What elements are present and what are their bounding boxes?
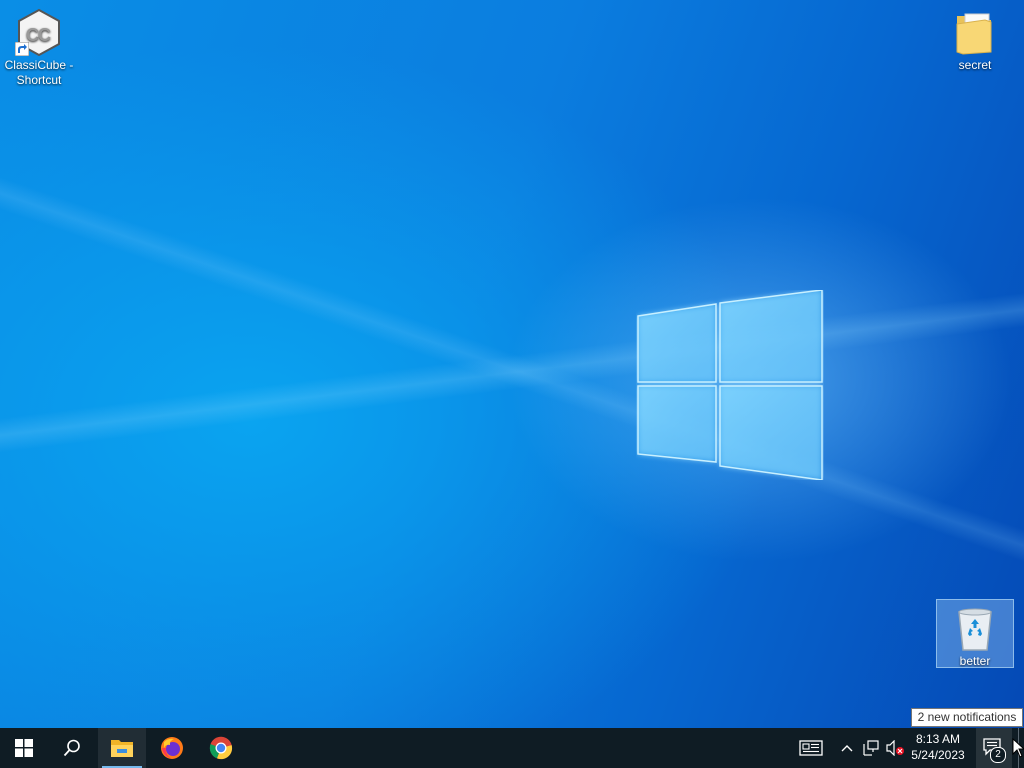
file-explorer-icon xyxy=(111,740,133,757)
firefox-icon xyxy=(161,737,183,759)
network-icon xyxy=(863,740,879,756)
clock-time: 8:13 AM xyxy=(915,732,961,746)
taskbar-clock[interactable]: 8:13 AM 5/24/2023 xyxy=(904,728,972,768)
desktop-icon-label: better xyxy=(959,654,991,668)
start-button[interactable] xyxy=(0,728,48,768)
classicube-icon: C C xyxy=(15,8,63,57)
news-and-interests-button[interactable] xyxy=(794,728,828,768)
desktop-icon-label: secret xyxy=(958,58,992,72)
taskbar-chrome[interactable] xyxy=(197,728,245,768)
folder-icon xyxy=(951,8,999,56)
desktop-background[interactable]: C C ClassiCube - Shortcut secret better xyxy=(0,0,1024,728)
chrome-icon xyxy=(209,736,233,760)
desktop-icon-label: ClassiCube - Shortcut xyxy=(4,58,74,87)
search-icon xyxy=(63,739,80,757)
action-center-button[interactable]: 2 xyxy=(976,728,1012,768)
taskbar xyxy=(0,728,1024,768)
svg-text:C: C xyxy=(38,25,51,45)
light-beam xyxy=(0,0,1024,728)
news-and-interests-icon xyxy=(799,740,823,756)
mouse-cursor-icon xyxy=(1012,738,1024,758)
chevron-up-icon xyxy=(841,745,853,752)
windows-logo-wallpaper-icon xyxy=(637,290,823,480)
notification-tooltip: 2 new notifications xyxy=(911,708,1023,727)
taskbar-file-explorer[interactable] xyxy=(98,728,146,768)
notification-count-badge: 2 xyxy=(990,747,1006,763)
network-button[interactable] xyxy=(860,728,882,768)
shortcut-arrow-icon xyxy=(15,42,29,56)
taskbar-firefox[interactable] xyxy=(148,728,196,768)
volume-button[interactable] xyxy=(884,728,906,768)
recycle-bin-icon xyxy=(951,604,999,652)
desktop-icon-better[interactable]: better xyxy=(936,599,1014,668)
search-button[interactable] xyxy=(48,728,96,768)
show-hidden-icons-button[interactable] xyxy=(838,728,856,768)
clock-date: 5/24/2023 xyxy=(911,748,965,762)
volume-muted-icon xyxy=(886,740,904,756)
light-beam xyxy=(0,0,1024,728)
desktop-icon-secret[interactable]: secret xyxy=(937,4,1013,73)
windows-start-icon xyxy=(15,739,33,757)
desktop-icon-classicube[interactable]: C C ClassiCube - Shortcut xyxy=(1,4,77,88)
